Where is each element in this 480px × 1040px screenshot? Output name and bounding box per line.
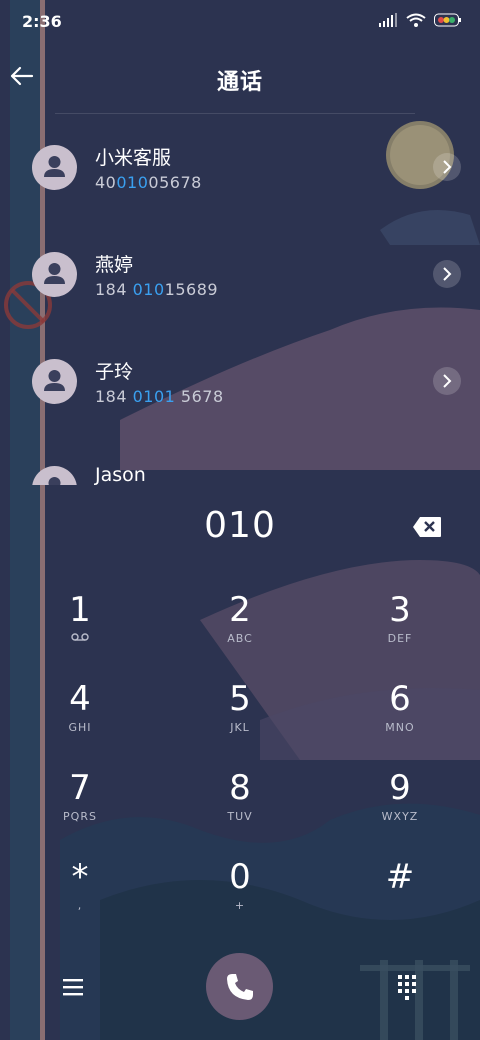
- dialpad-toggle-button[interactable]: [392, 970, 422, 1000]
- battery-icon: [434, 12, 462, 31]
- contact-name: 子玲: [95, 361, 134, 383]
- voicemail-icon: [20, 632, 140, 645]
- header: 通话: [0, 50, 480, 110]
- key-2[interactable]: 2 ABC: [180, 590, 300, 674]
- person-icon: [44, 156, 65, 177]
- status-time: 2:36: [22, 12, 62, 31]
- backspace-icon: [413, 517, 441, 537]
- hamburger-icon: [63, 979, 83, 996]
- contact-detail-button[interactable]: [433, 153, 461, 181]
- key-4[interactable]: 4 GHI: [20, 679, 140, 763]
- key-hash[interactable]: #: [340, 857, 460, 941]
- dialpad-icon: [398, 975, 416, 1000]
- contact-number: 184 0101 5678: [95, 387, 224, 406]
- key-8[interactable]: 8 TUV: [180, 768, 300, 852]
- contact-row[interactable]: 子玲 184 0101 5678: [0, 329, 480, 435]
- contact-number: 184 01015689: [95, 280, 219, 299]
- contact-name: 燕婷: [95, 254, 134, 276]
- key-9[interactable]: 9 WXYZ: [340, 768, 460, 852]
- contact-list: 小米客服 4001005678 燕婷 184 01015689 子玲 184 0…: [0, 115, 480, 485]
- status-bar: 2:36: [0, 0, 480, 44]
- menu-button[interactable]: [58, 972, 88, 1002]
- avatar: [32, 359, 77, 404]
- person-icon: [48, 477, 61, 485]
- key-0[interactable]: 0 +: [180, 857, 300, 941]
- phone-icon: [226, 973, 253, 1000]
- key-1[interactable]: 1: [20, 590, 140, 674]
- contact-number: 4001005678: [95, 173, 202, 192]
- wifi-icon: [406, 12, 426, 31]
- avatar: [32, 252, 77, 297]
- key-6[interactable]: 6 MNO: [340, 679, 460, 763]
- header-divider: [55, 113, 415, 114]
- contact-name: 小米客服: [95, 147, 172, 169]
- key-5[interactable]: 5 JKL: [180, 679, 300, 763]
- dialed-number[interactable]: 010: [0, 505, 480, 546]
- status-icons: [378, 12, 462, 31]
- chevron-right-icon: [443, 160, 452, 174]
- backspace-button[interactable]: [412, 516, 442, 538]
- bottom-bar: [0, 950, 480, 1030]
- key-star[interactable]: * ,: [20, 857, 140, 941]
- chevron-right-icon: [443, 374, 452, 388]
- avatar: [32, 145, 77, 190]
- dial-input: 010: [0, 500, 480, 560]
- contact-row[interactable]: Jason: [0, 436, 480, 485]
- contact-detail-button[interactable]: [433, 260, 461, 288]
- contact-row[interactable]: 燕婷 184 01015689: [0, 222, 480, 328]
- contact-detail-button[interactable]: [433, 367, 461, 395]
- contact-row[interactable]: 小米客服 4001005678: [0, 115, 480, 221]
- person-icon: [44, 263, 65, 284]
- avatar: [32, 466, 77, 485]
- page-title: 通话: [216, 70, 263, 95]
- contact-name: Jason: [95, 464, 146, 485]
- chevron-right-icon: [443, 267, 452, 281]
- signal-icon: [378, 12, 398, 31]
- key-3[interactable]: 3 DEF: [340, 590, 460, 674]
- call-button[interactable]: [206, 953, 273, 1020]
- person-icon: [44, 370, 65, 391]
- key-7[interactable]: 7 PQRS: [20, 768, 140, 852]
